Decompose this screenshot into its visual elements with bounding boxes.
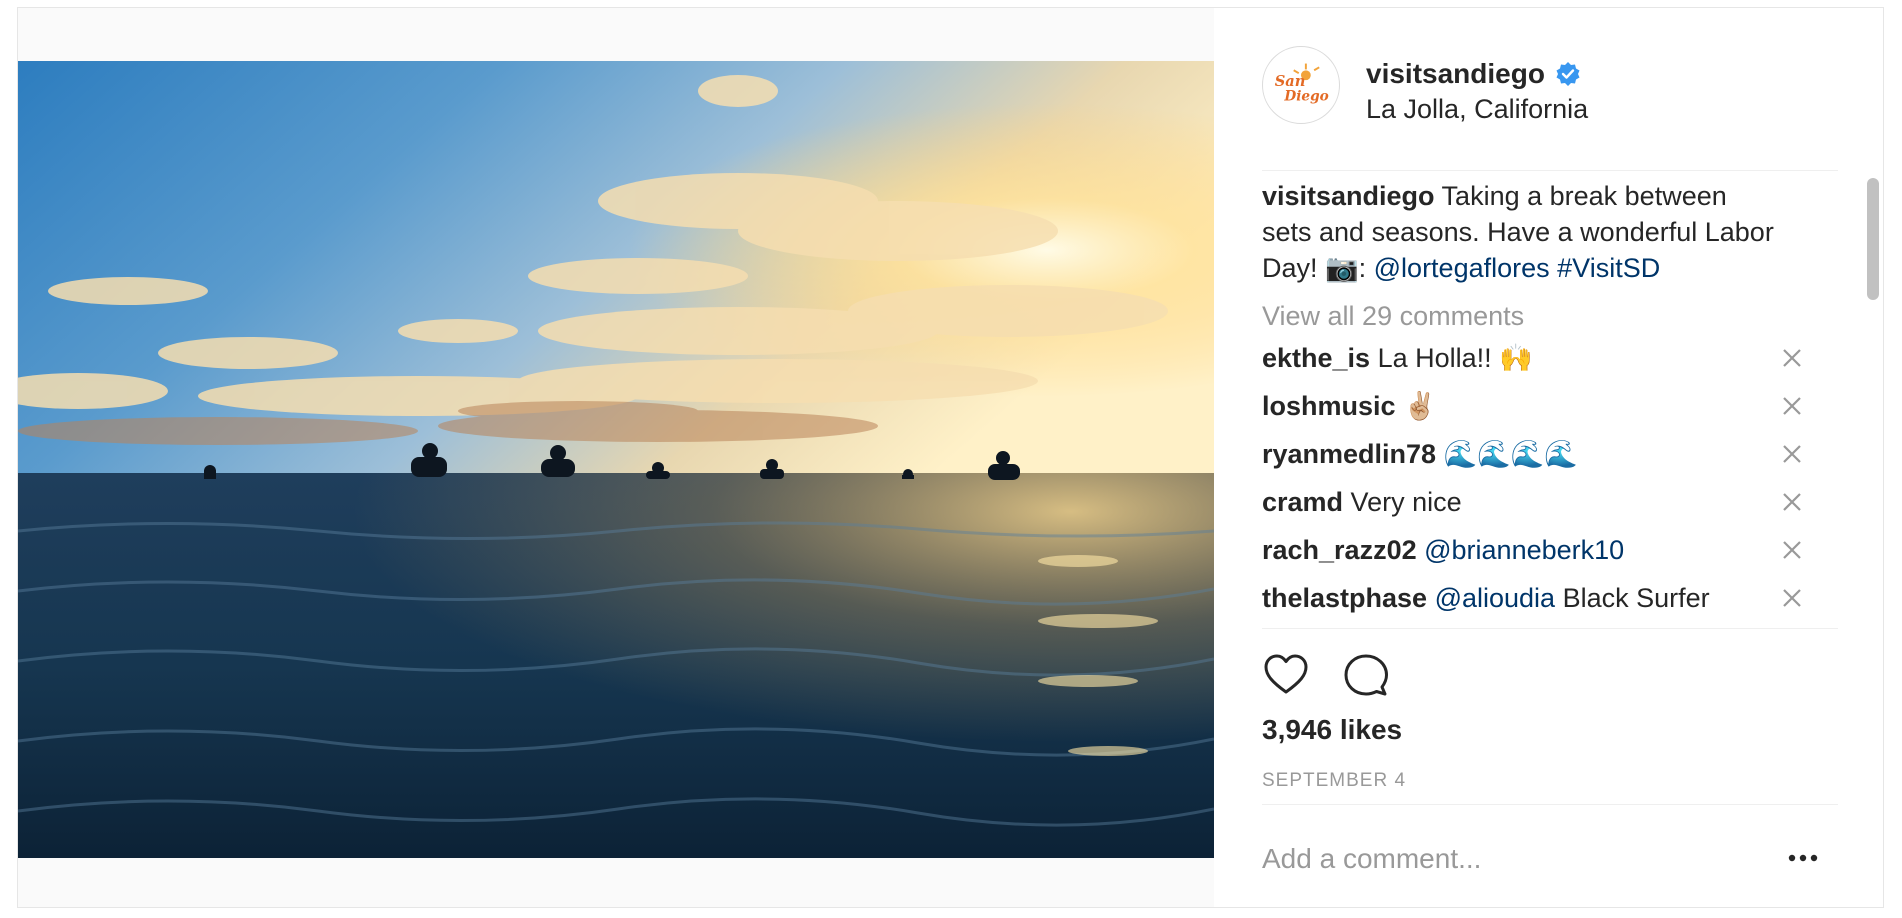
close-icon[interactable] <box>1782 396 1802 416</box>
avatar[interactable]: San Diego <box>1262 46 1340 124</box>
location-link[interactable]: La Jolla, California <box>1366 94 1588 125</box>
like-count[interactable]: 3,946 likes <box>1262 714 1402 746</box>
san-diego-logo-icon: San Diego <box>1263 47 1339 123</box>
comment-row: thelastphase @alioudia Black Surfer <box>1262 574 1838 622</box>
post-date[interactable]: SEPTEMBER 4 <box>1262 770 1406 792</box>
comment-username[interactable]: loshmusic <box>1262 391 1396 421</box>
comment-text: ✌🏼 <box>1395 391 1437 421</box>
caption-hashtag[interactable]: #VisitSD <box>1557 253 1660 283</box>
post-photo[interactable] <box>18 61 1214 858</box>
caption-username[interactable]: visitsandiego <box>1262 181 1435 211</box>
divider <box>1262 804 1838 805</box>
comment-row: rach_razz02 @brianneberk10 <box>1262 526 1838 574</box>
more-options-icon[interactable] <box>1788 853 1818 863</box>
comment-text: La Holla!! 🙌 <box>1370 343 1533 373</box>
comment-icon[interactable] <box>1342 651 1390 699</box>
add-comment-input[interactable]: Add a comment... <box>1262 843 1481 875</box>
close-icon[interactable] <box>1782 588 1802 608</box>
comment-text: Black Surfer <box>1555 583 1710 613</box>
svg-text:San: San <box>1275 73 1306 90</box>
view-all-comments-button[interactable]: View all 29 comments <box>1262 298 1838 334</box>
close-icon[interactable] <box>1782 444 1802 464</box>
caption-mention[interactable]: @lortegaflores <box>1374 253 1550 283</box>
comment-row: cramd Very nice <box>1262 478 1838 526</box>
caption: visitsandiego Taking a break between set… <box>1262 178 1782 286</box>
photo-area <box>18 8 1214 907</box>
comments-list[interactable]: visitsandiego Taking a break between set… <box>1262 178 1838 628</box>
post-container: San Diego visitsandiego La Jolla, Califo… <box>17 7 1884 908</box>
comment-mention[interactable]: @brianneberk10 <box>1424 535 1624 565</box>
comment-text: Very nice <box>1343 487 1462 517</box>
comments-scrollbar-thumb[interactable] <box>1867 178 1879 300</box>
heart-icon[interactable] <box>1262 651 1310 699</box>
comment-mention[interactable]: @alioudia <box>1435 583 1556 613</box>
username-row: visitsandiego <box>1366 58 1581 90</box>
comment-username[interactable]: ekthe_is <box>1262 343 1370 373</box>
comment-username[interactable]: rach_razz02 <box>1262 535 1417 565</box>
divider <box>1262 628 1838 629</box>
action-bar <box>1262 651 1390 701</box>
svg-text:Diego: Diego <box>1283 89 1328 105</box>
close-icon[interactable] <box>1782 348 1802 368</box>
post-header: San Diego visitsandiego La Jolla, Califo… <box>1262 46 1838 171</box>
close-icon[interactable] <box>1782 492 1802 512</box>
comment-username[interactable]: thelastphase <box>1262 583 1427 613</box>
post-details-panel: San Diego visitsandiego La Jolla, Califo… <box>1214 8 1883 907</box>
comment-row: ryanmedlin78 🌊🌊🌊🌊 <box>1262 430 1838 478</box>
comment-username[interactable]: cramd <box>1262 487 1343 517</box>
verified-badge-icon <box>1556 62 1580 86</box>
username-link[interactable]: visitsandiego <box>1366 58 1545 90</box>
comment-text <box>1417 535 1425 565</box>
comment-text: 🌊🌊🌊🌊 <box>1436 439 1579 469</box>
comment-username[interactable]: ryanmedlin78 <box>1262 439 1436 469</box>
comment-row: loshmusic ✌🏼 <box>1262 382 1838 430</box>
comment-row: ekthe_is La Holla!! 🙌 <box>1262 334 1838 382</box>
close-icon[interactable] <box>1782 540 1802 560</box>
